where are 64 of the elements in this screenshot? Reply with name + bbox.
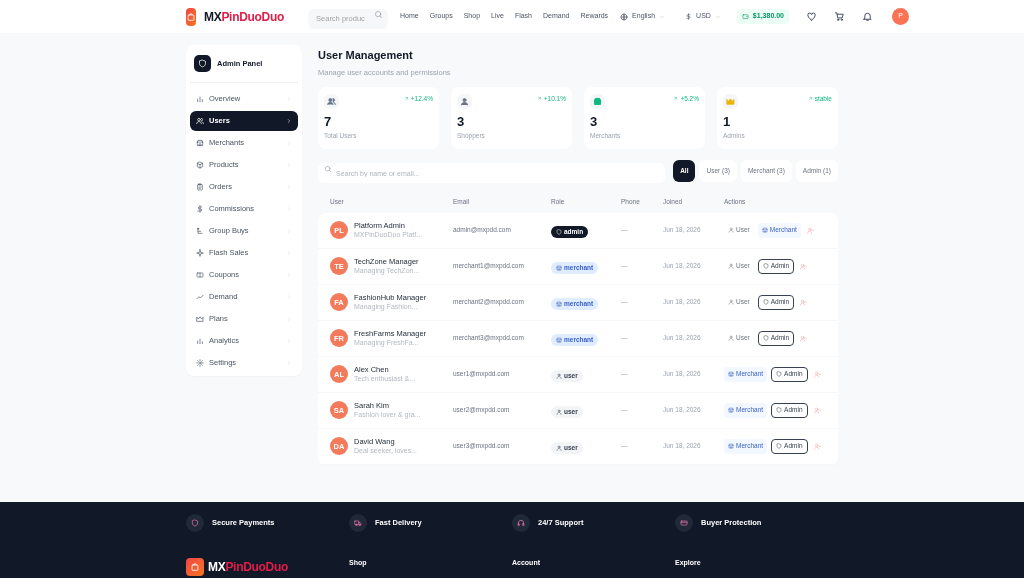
shield-icon — [776, 407, 783, 414]
remove-user-icon[interactable] — [813, 406, 821, 414]
remove-user-icon[interactable] — [800, 334, 808, 342]
remove-user-icon[interactable] — [813, 442, 821, 450]
stat-value: 3 — [457, 114, 466, 128]
remove-user-icon[interactable] — [800, 262, 808, 270]
sparkle-icon — [196, 249, 204, 257]
user-icon — [556, 409, 562, 416]
shield-icon — [191, 519, 199, 527]
gear-icon — [196, 359, 204, 367]
stat-value: 7 — [324, 114, 333, 128]
shield-icon — [556, 229, 562, 236]
truck-icon — [354, 519, 362, 527]
page-title: User Management — [318, 48, 414, 63]
arrow-up-right-icon — [673, 96, 679, 102]
arrow-up-right-icon — [536, 96, 542, 102]
user-icon — [728, 299, 734, 306]
bar-chart-icon — [196, 337, 204, 345]
bar-chart-icon — [196, 95, 204, 103]
cart-icon[interactable] — [834, 11, 845, 22]
shield-icon — [776, 443, 783, 450]
trend-icon — [196, 293, 204, 301]
search-icon — [324, 164, 332, 173]
arrow-up-right-icon — [807, 96, 813, 102]
search-icon — [374, 9, 384, 19]
shield-icon — [762, 335, 769, 342]
remove-user-icon[interactable] — [800, 298, 808, 306]
user-icon — [556, 373, 562, 380]
bag-icon — [186, 11, 196, 22]
user-icon — [556, 445, 562, 452]
user-icon — [728, 335, 734, 342]
globe-icon — [620, 12, 629, 21]
ticket-icon — [196, 271, 204, 279]
remove-user-icon[interactable] — [813, 370, 821, 378]
dollar-icon — [685, 13, 693, 20]
stat-value: 3 — [590, 114, 599, 128]
logo-icon[interactable] — [186, 7, 196, 26]
wallet-icon — [741, 13, 749, 20]
user-icon — [728, 263, 734, 270]
shield-icon — [194, 55, 211, 72]
users-icon — [196, 117, 204, 125]
arrow-up-right-icon — [403, 96, 409, 102]
shield-icon — [776, 371, 783, 378]
bell-icon[interactable] — [862, 11, 873, 22]
shield-icon — [762, 263, 769, 270]
shield-icon — [762, 299, 769, 306]
box-icon — [196, 161, 204, 169]
caret-icon — [659, 13, 666, 20]
logo-text[interactable]: MXPinDuoDuo — [204, 7, 285, 26]
crown-icon — [196, 315, 204, 323]
heart-icon[interactable] — [806, 11, 817, 22]
remove-user-icon[interactable] — [806, 226, 814, 234]
clipboard-icon — [196, 183, 204, 191]
headset-icon — [517, 519, 525, 527]
dollar-icon — [196, 205, 204, 213]
bag-icon — [190, 562, 200, 572]
branch-icon — [196, 227, 204, 235]
user-icon — [728, 227, 734, 234]
stat-value: 1 — [723, 114, 732, 128]
logo-icon[interactable] — [186, 558, 204, 576]
chevron-right-icon — [286, 118, 292, 124]
caret-icon — [714, 13, 721, 20]
logo-text[interactable]: MXPinDuoDuo — [208, 558, 289, 576]
card-icon — [680, 519, 688, 527]
